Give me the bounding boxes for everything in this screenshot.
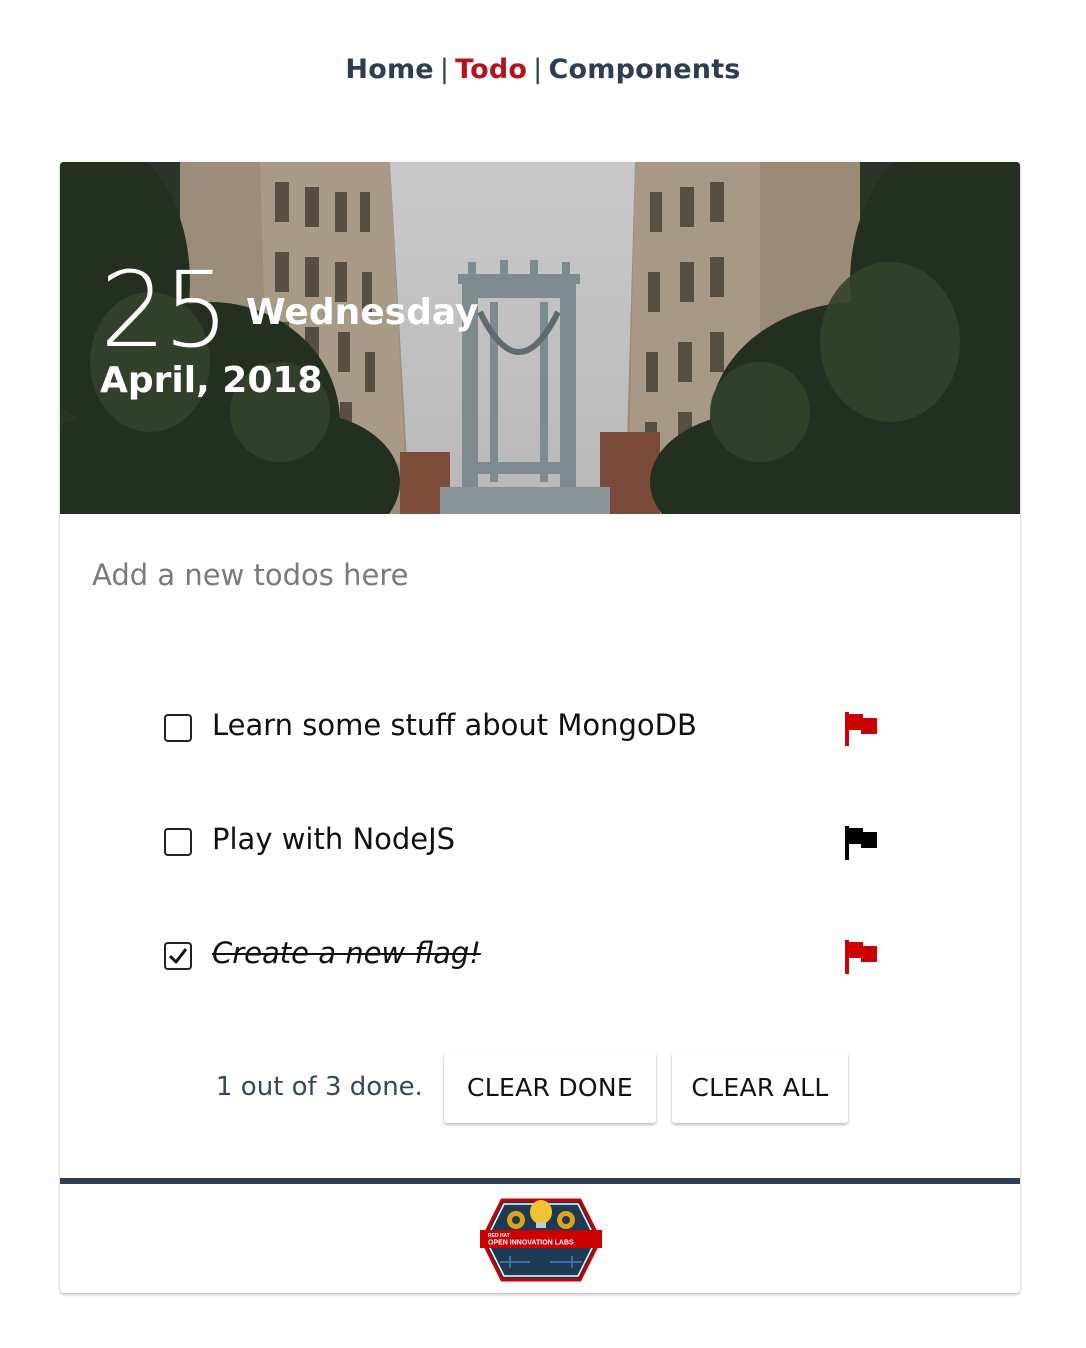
todo-item[interactable]: Learn some stuff about MongoDB — [164, 706, 904, 756]
logo-text-bottom: OPEN INNOVATION LABS — [488, 1240, 574, 1247]
footer-divider — [60, 1178, 1020, 1184]
header-weekday: Wednesday — [246, 292, 479, 333]
nav-link-home[interactable]: Home — [345, 54, 433, 85]
clear-done-button[interactable]: CLEAR DONE — [444, 1052, 656, 1123]
nav-link-components[interactable]: Components — [548, 54, 740, 85]
done-count: 1 out of 3 done. — [216, 1072, 423, 1102]
nav-separator: | — [533, 54, 543, 85]
todo-title[interactable]: Learn some stuff about MongoDB — [212, 708, 697, 742]
flag-icon[interactable] — [845, 940, 877, 974]
flag-icon[interactable] — [845, 826, 877, 860]
todo-item[interactable]: Create a new flag! — [164, 934, 904, 984]
todo-item[interactable]: Play with NodeJS — [164, 820, 904, 870]
new-todo-input[interactable] — [92, 558, 952, 592]
top-navigation: Home | Todo | Components — [0, 54, 1086, 85]
nav-separator: | — [439, 54, 450, 85]
nav-link-todo[interactable]: Todo — [455, 54, 527, 85]
todo-card: 25 Wednesday April, 2018 Learn some stuf… — [60, 162, 1020, 1293]
flag-icon[interactable] — [845, 712, 877, 746]
todo-checkbox[interactable] — [164, 942, 192, 970]
todo-checkbox[interactable] — [164, 828, 192, 856]
clear-all-button[interactable]: CLEAR ALL — [672, 1052, 848, 1123]
open-innovation-labs-logo: RED HAT OPEN INNOVATION LABS — [480, 1198, 602, 1282]
checkmark-icon — [168, 948, 188, 964]
logo-text-top: RED HAT — [488, 1233, 510, 1239]
header-image: 25 Wednesday April, 2018 — [60, 162, 1020, 514]
header-month-year: April, 2018 — [100, 360, 323, 401]
todo-checkbox[interactable] — [164, 714, 192, 742]
todo-title[interactable]: Create a new flag! — [212, 936, 481, 970]
header-day: 25 — [100, 249, 229, 371]
todo-title[interactable]: Play with NodeJS — [212, 822, 455, 856]
